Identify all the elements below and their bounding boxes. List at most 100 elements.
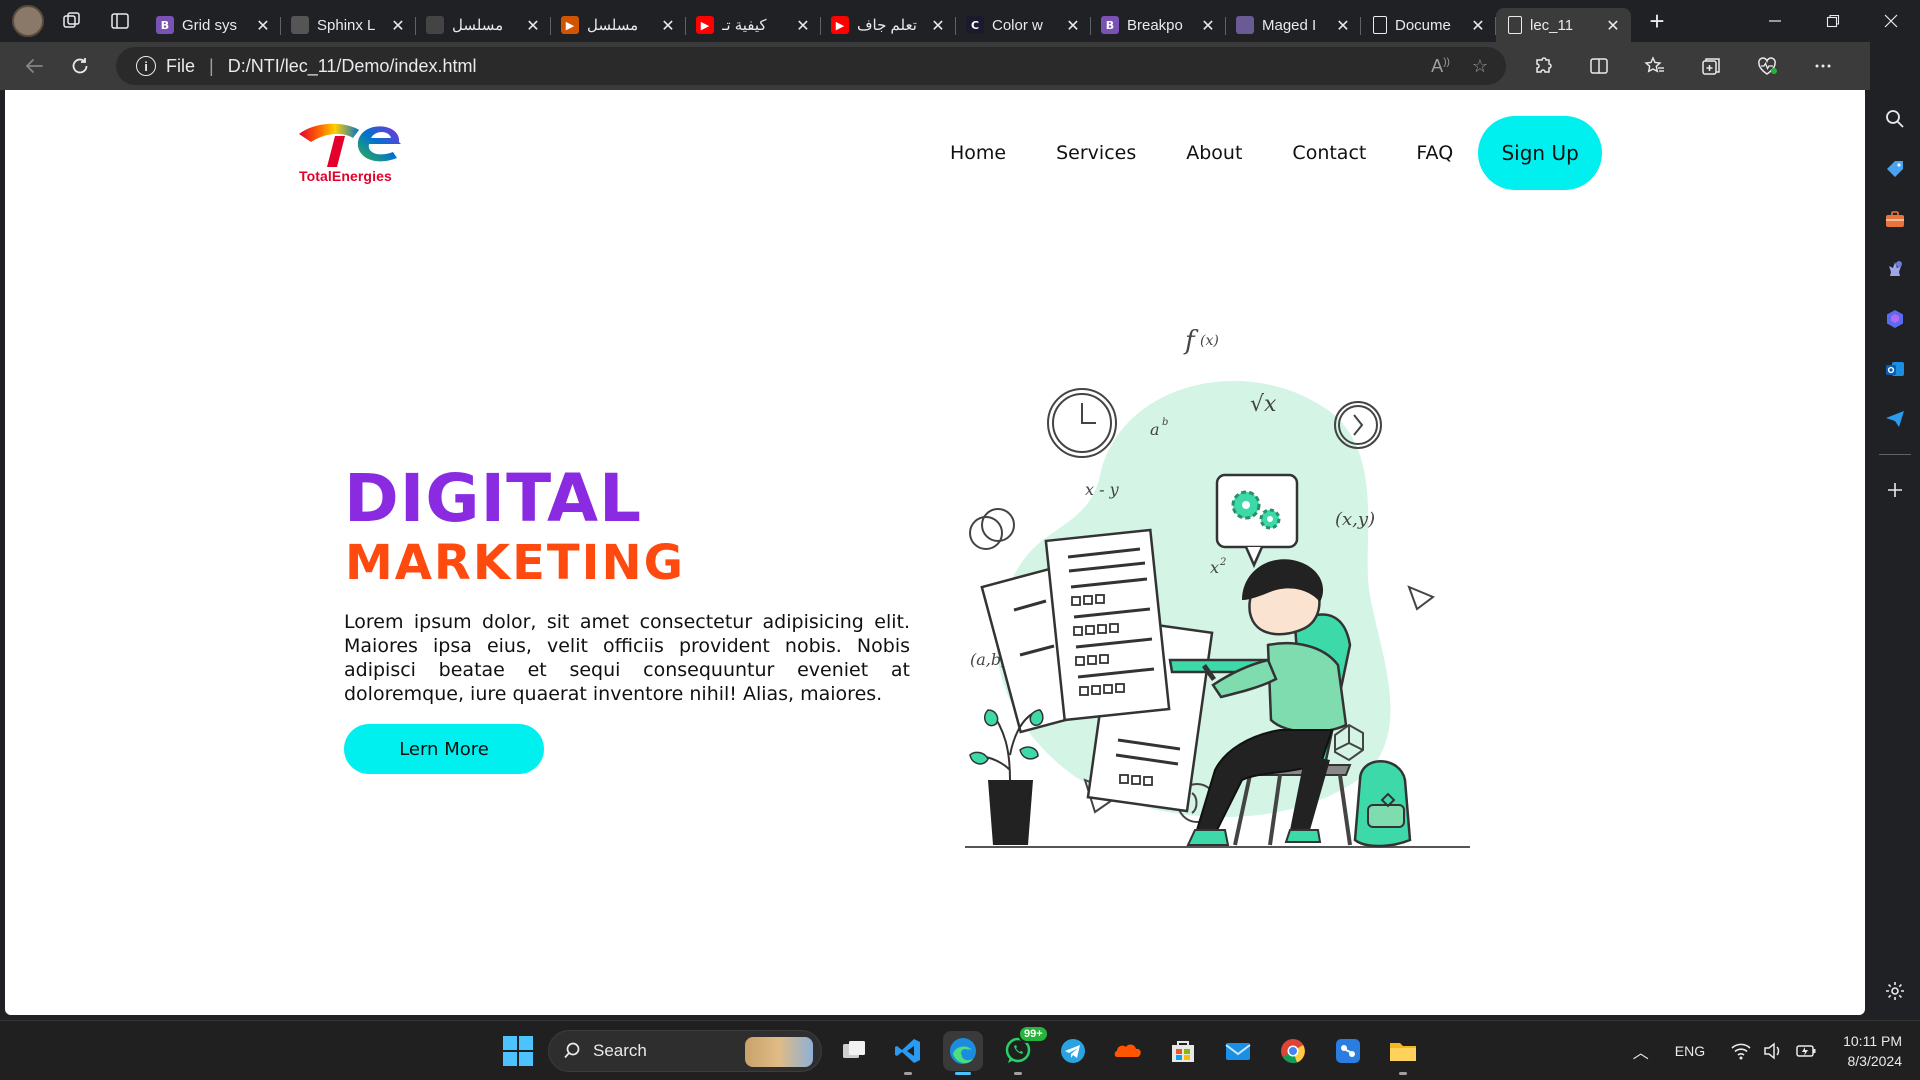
- tab-actions-icon[interactable]: [100, 5, 140, 37]
- quick-assist-icon[interactable]: [1328, 1031, 1368, 1071]
- back-button[interactable]: [12, 48, 56, 84]
- nav-link-faq[interactable]: FAQ: [1416, 142, 1453, 164]
- tab-title: تعلم جاف: [857, 17, 917, 34]
- add-sidebar-app-icon[interactable]: [1880, 475, 1910, 505]
- tab-list: B Grid sys ✕ Sphinx L ✕ مسلسل ✕ ▶ مسلسل ✕ ▶ كيفية ت…: [146, 0, 1631, 42]
- whatsapp-icon[interactable]: 99+: [998, 1025, 1049, 1075]
- windows-taskbar: Search 99+ ︿ ENG 10:11 PM 8/3/2024: [0, 1020, 1920, 1080]
- vscode-icon[interactable]: [888, 1031, 928, 1075]
- microsoft-365-icon[interactable]: [1880, 304, 1910, 334]
- windows-start-icon[interactable]: [500, 1033, 536, 1069]
- browser-toolbar: i File | D:/NTI/lec_11/Demo/index.html A…: [0, 42, 1870, 90]
- sidebar-settings-icon[interactable]: [1880, 976, 1910, 1006]
- browser-tab[interactable]: B Breakpo ✕: [1091, 8, 1226, 42]
- browser-tab[interactable]: Maged I ✕: [1226, 8, 1361, 42]
- new-tab-button[interactable]: +: [1637, 5, 1677, 37]
- close-window-button[interactable]: [1862, 0, 1920, 42]
- microsoft-store-icon[interactable]: [1163, 1031, 1203, 1071]
- workspaces-icon[interactable]: [52, 5, 92, 37]
- taskbar-search-box[interactable]: Search: [548, 1030, 822, 1072]
- url-text[interactable]: D:/NTI/lec_11/Demo/index.html: [228, 56, 477, 77]
- search-icon: [564, 1042, 580, 1059]
- tab-close-icon[interactable]: ✕: [525, 16, 541, 35]
- more-options-icon[interactable]: [1804, 48, 1842, 84]
- student-studying-illustration: f (x) ab √x x - y x2 (x,y) (a,b): [965, 326, 1470, 848]
- site-icon: [426, 16, 444, 34]
- shopping-tag-icon[interactable]: [1880, 154, 1910, 184]
- learn-more-button[interactable]: Lern More: [344, 724, 544, 774]
- tab-title: Docume: [1395, 16, 1451, 34]
- taskbar-clock[interactable]: 10:11 PM 8/3/2024: [1843, 1031, 1902, 1071]
- sidebar-divider: [1879, 454, 1911, 455]
- address-bar[interactable]: i File | D:/NTI/lec_11/Demo/index.html A…: [116, 47, 1506, 85]
- nav-link-about[interactable]: About: [1186, 142, 1242, 164]
- tab-title: مسلسل: [452, 17, 504, 34]
- browser-essentials-icon[interactable]: [1748, 48, 1786, 84]
- quick-settings[interactable]: [1731, 1042, 1817, 1060]
- tab-close-icon[interactable]: ✕: [1065, 16, 1081, 35]
- svg-text:b: b: [1162, 417, 1168, 428]
- tab-close-icon[interactable]: ✕: [1605, 16, 1621, 35]
- tab-close-icon[interactable]: ✕: [390, 16, 406, 35]
- tab-close-icon[interactable]: ✕: [1200, 16, 1216, 35]
- tab-close-icon[interactable]: ✕: [1335, 16, 1351, 35]
- language-indicator[interactable]: ENG: [1675, 1043, 1705, 1059]
- soundcloud-icon[interactable]: [1108, 1031, 1148, 1071]
- tools-briefcase-icon[interactable]: [1880, 204, 1910, 234]
- tab-close-icon[interactable]: ✕: [795, 16, 811, 35]
- svg-text:(x): (x): [1200, 333, 1219, 349]
- browser-tab[interactable]: مسلسل ✕: [416, 8, 551, 42]
- browser-tab[interactable]: Sphinx L ✕: [281, 8, 416, 42]
- chrome-icon[interactable]: [1273, 1031, 1313, 1071]
- site-info-icon[interactable]: i: [136, 56, 156, 76]
- mail-icon[interactable]: [1218, 1031, 1258, 1071]
- drop-send-icon[interactable]: [1880, 404, 1910, 434]
- outlook-icon[interactable]: [1880, 354, 1910, 384]
- nav-link-home[interactable]: Home: [950, 142, 1006, 164]
- color-site-icon: C: [966, 16, 984, 34]
- hero-title-marketing: MARKETING: [345, 535, 686, 591]
- profile-avatar[interactable]: [12, 5, 44, 37]
- system-tray: ︿ ENG 10:11 PM 8/3/2024: [1633, 1021, 1902, 1080]
- site-header: TotalEnergies Home Services About Contac…: [5, 90, 1865, 210]
- nav-link-services[interactable]: Services: [1056, 142, 1136, 164]
- hero-paragraph: Lorem ipsum dolor, sit amet consectetur …: [344, 611, 910, 705]
- sidebar-search-icon[interactable]: [1880, 104, 1910, 134]
- svg-text:√x: √x: [1250, 392, 1277, 417]
- tab-close-icon[interactable]: ✕: [660, 16, 676, 35]
- tab-title: Sphinx L: [317, 16, 376, 34]
- favorites-icon[interactable]: [1636, 48, 1674, 84]
- restore-button[interactable]: [1804, 0, 1862, 42]
- file-explorer-icon[interactable]: [1383, 1031, 1423, 1075]
- edge-browser-icon[interactable]: [943, 1031, 983, 1075]
- refresh-button[interactable]: [58, 48, 102, 84]
- extensions-icon[interactable]: [1524, 48, 1562, 84]
- wifi-icon: [1731, 1043, 1751, 1060]
- browser-tab[interactable]: ▶ تعلم جاف ✕: [821, 8, 956, 42]
- tab-close-icon[interactable]: ✕: [1470, 16, 1486, 35]
- main-nav: Home Services About Contact FAQ Sign Up: [950, 116, 1603, 190]
- browser-tab[interactable]: ▶ كيفية تـ ✕: [686, 8, 821, 42]
- games-icon[interactable]: [1880, 254, 1910, 284]
- page-viewport: TotalEnergies Home Services About Contac…: [5, 90, 1865, 1015]
- browser-tab[interactable]: lec_11 ✕: [1496, 8, 1631, 42]
- tab-title: Grid sys: [182, 16, 238, 34]
- browser-tab[interactable]: B Grid sys ✕: [146, 8, 281, 42]
- search-placeholder: Search: [593, 1041, 647, 1060]
- browser-tab[interactable]: C Color w ✕: [956, 8, 1091, 42]
- tab-close-icon[interactable]: ✕: [930, 16, 946, 35]
- minimize-button[interactable]: [1746, 0, 1804, 42]
- signup-button[interactable]: Sign Up: [1478, 116, 1603, 190]
- browser-tab[interactable]: Docume ✕: [1361, 8, 1496, 42]
- read-aloud-icon[interactable]: A)): [1431, 56, 1450, 77]
- telegram-icon[interactable]: [1053, 1031, 1093, 1071]
- browser-tab[interactable]: ▶ مسلسل ✕: [551, 8, 686, 42]
- sphinx-icon: [291, 16, 309, 34]
- collections-icon[interactable]: [1692, 48, 1730, 84]
- favorite-star-icon[interactable]: ☆: [1472, 56, 1488, 77]
- task-view-icon[interactable]: [834, 1031, 874, 1071]
- tab-close-icon[interactable]: ✕: [255, 16, 271, 35]
- nav-link-contact[interactable]: Contact: [1292, 142, 1366, 164]
- show-hidden-icons-chevron-icon[interactable]: ︿: [1633, 1039, 1649, 1063]
- split-screen-icon[interactable]: [1580, 48, 1618, 84]
